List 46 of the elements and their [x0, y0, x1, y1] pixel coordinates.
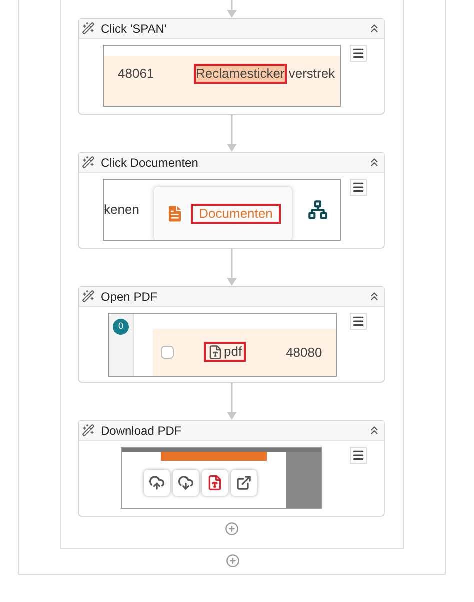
pdf-file-icon [208, 344, 223, 360]
add-step-icon[interactable] [224, 522, 238, 536]
cloud-upload-icon [148, 475, 164, 491]
step-title: Download PDF [101, 422, 183, 440]
collapse-icon[interactable] [368, 22, 381, 35]
wand-icon [82, 22, 95, 35]
menu-button[interactable] [350, 45, 367, 62]
add-step-icon[interactable] [226, 554, 240, 568]
connector-arrow [226, 249, 238, 286]
external-link-button[interactable] [230, 470, 256, 496]
step-title: Click Documenten [101, 154, 200, 172]
external-link-icon [236, 475, 252, 491]
download-button[interactable] [172, 470, 198, 496]
connector-arrow [226, 115, 238, 152]
highlighted-text: Documenten [191, 204, 281, 224]
wand-icon [82, 424, 95, 437]
connector-arrow [226, 0, 238, 18]
step-title: Open PDF [101, 288, 159, 306]
table-cell-text: 48080 [286, 344, 322, 362]
collapse-icon[interactable] [368, 156, 381, 169]
pdf-file-icon [206, 475, 222, 491]
highlighted-text: pdf [204, 342, 246, 362]
highlighted-text: Reclamesticker [194, 64, 287, 84]
tab-label: kenen [104, 201, 140, 220]
count-badge: 0 [113, 319, 129, 335]
row-checkbox[interactable] [161, 346, 174, 359]
table-cell-text: 48061 [118, 65, 156, 83]
menu-button[interactable] [350, 313, 367, 330]
hierarchy-icon [308, 200, 328, 220]
menu-icon [352, 315, 365, 328]
menu-icon [352, 47, 365, 60]
collapse-icon[interactable] [368, 290, 381, 303]
menu-button[interactable] [350, 447, 367, 464]
collapse-icon[interactable] [368, 424, 381, 437]
menu-button[interactable] [350, 179, 367, 196]
table-cell-text: verstrek [288, 65, 336, 83]
wand-icon [82, 290, 95, 303]
cloud-download-icon [178, 475, 194, 491]
side-panel [286, 452, 321, 508]
menu-icon [352, 181, 365, 194]
connector-arrow [226, 383, 238, 420]
wand-icon [82, 156, 95, 169]
menu-icon [352, 449, 365, 462]
pdf-button[interactable] [202, 470, 228, 496]
step-title: Click 'SPAN' [101, 20, 168, 38]
upload-button[interactable] [144, 470, 170, 496]
